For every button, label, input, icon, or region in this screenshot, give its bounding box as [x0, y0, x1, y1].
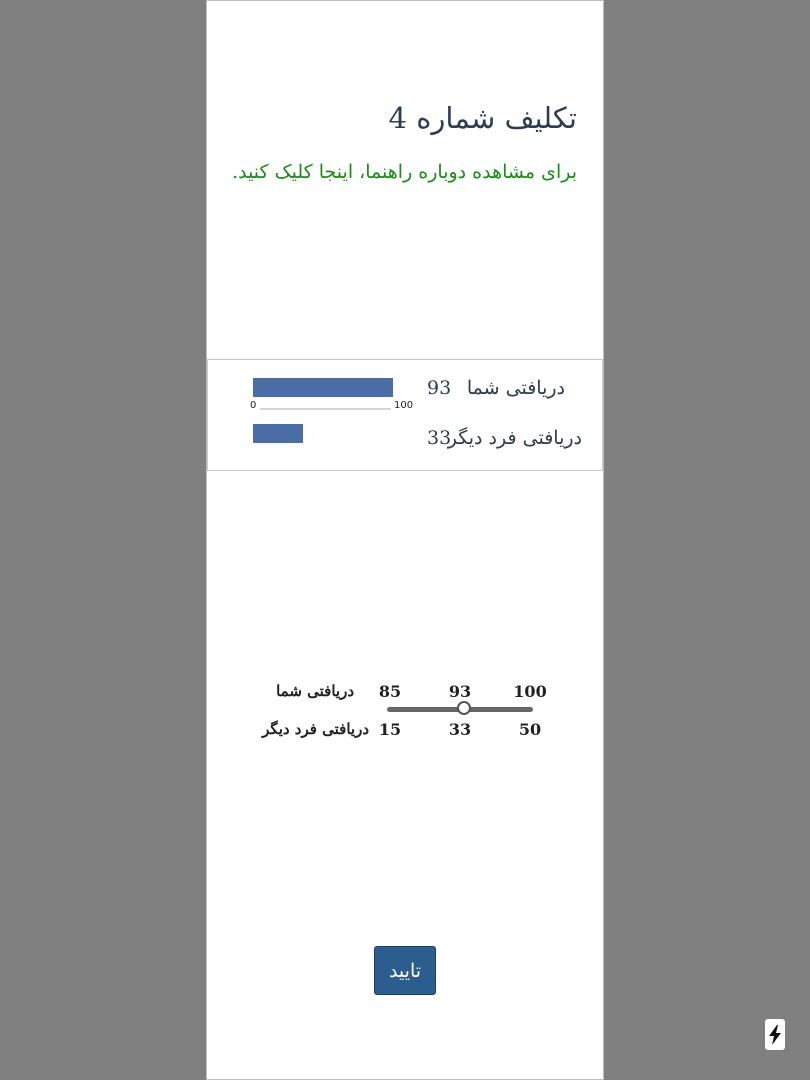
help-link[interactable]: برای مشاهده دوباره راهنما، اینجا کلیک کن… [232, 161, 577, 183]
slider-other-max: 50 [518, 720, 542, 739]
confirm-button[interactable]: تایید [374, 946, 436, 995]
slider-other-current: 33 [448, 720, 472, 739]
slider-label-you: دریافتی شما [276, 682, 354, 700]
chart-axis [260, 408, 391, 410]
task-panel: تکلیف شماره 4 برای مشاهده دوباره راهنما،… [206, 0, 604, 1080]
chart-label-other: دریافتی فرد دیگر [447, 427, 582, 449]
payoff-slider: دریافتی شما 85 93 100 دریافتی فرد دیگر 1… [207, 676, 603, 756]
bar-you [253, 378, 393, 397]
payoff-chart: دریافتی شما 93 0 100 دریافتی فرد دیگر 33 [207, 359, 603, 471]
axis-tick-min: 0 [250, 400, 257, 411]
slider-you-current: 93 [448, 682, 472, 701]
chart-value-you: 93 [427, 377, 452, 399]
slider-you-max: 100 [513, 682, 547, 701]
lightning-icon [769, 1024, 781, 1045]
chart-label-you: دریافتی شما [466, 377, 565, 399]
slider-other-min: 15 [378, 720, 402, 739]
axis-tick-max: 100 [394, 400, 414, 411]
slider-label-other: دریافتی فرد دیگر [262, 720, 369, 738]
chart-value-other: 33 [427, 427, 452, 449]
slider-you-min: 85 [378, 682, 402, 701]
page-title: تکلیف شماره 4 [388, 101, 577, 135]
bar-other [253, 424, 303, 443]
slider-thumb[interactable] [457, 701, 472, 715]
lightning-button[interactable] [765, 1019, 785, 1050]
